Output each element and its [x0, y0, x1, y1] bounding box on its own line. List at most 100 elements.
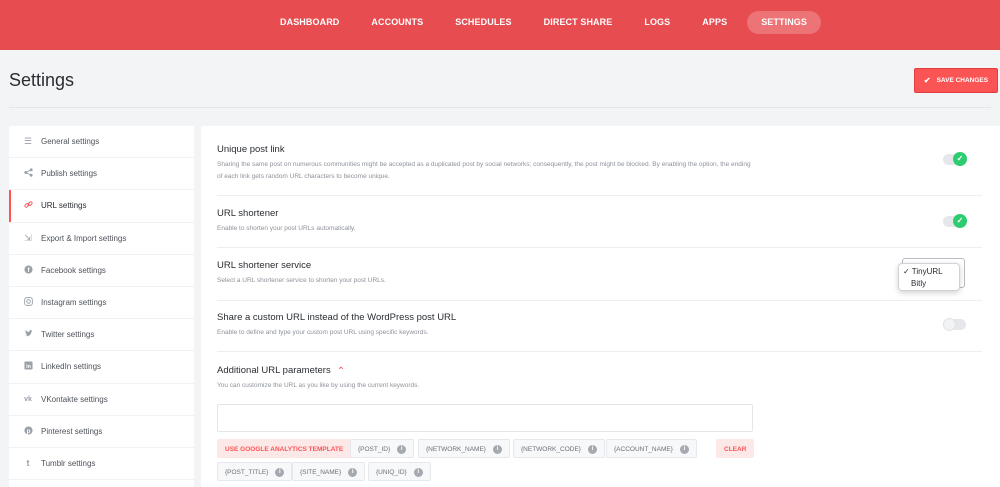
- check-icon: ✔: [923, 76, 931, 85]
- top-navbar: DASHBOARD ACCOUNTS SCHEDULES DIRECT SHAR…: [0, 0, 1000, 50]
- sidebar-item-publish[interactable]: Publish settings: [9, 158, 194, 191]
- sidebar-item-facebook[interactable]: f Facebook settings: [9, 255, 194, 287]
- nav-apps[interactable]: APPS: [690, 11, 739, 34]
- clear-button[interactable]: CLEAR: [716, 439, 755, 458]
- sidebar-item-label: Twitter settings: [41, 330, 95, 340]
- share-icon: [23, 168, 33, 179]
- setting-url-shortener: URL shortener Enable to shorten your pos…: [217, 208, 982, 248]
- svg-text:in: in: [26, 364, 31, 370]
- sliders-icon: ☰: [23, 136, 33, 147]
- sidebar-item-twitter[interactable]: Twitter settings: [9, 319, 194, 352]
- sidebar-item-pinterest[interactable]: p Pinterest settings: [9, 416, 194, 448]
- shortener-service-dropdown: ✓ TinyURL Bitly: [898, 263, 960, 291]
- keyword-label: {SITE_NAME}: [300, 469, 342, 476]
- sidebar-item-label: Pinterest settings: [41, 426, 103, 436]
- setting-title: Additional URL parameters ⌃: [217, 365, 982, 377]
- option-label: TinyURL: [911, 267, 943, 276]
- sidebar-item-label: LinkedIn settings: [41, 362, 102, 372]
- settings-sidebar: ☰ General settings Publish settings URL …: [9, 126, 194, 487]
- setting-additional-params: Additional URL parameters ⌃ You can custo…: [217, 365, 982, 395]
- setting-title: Unique post link: [217, 144, 285, 155]
- tumblr-icon: t: [26, 458, 30, 469]
- link-icon: [23, 200, 33, 211]
- keyword-chip-uniq-id[interactable]: {UNIQ_ID} i: [368, 462, 431, 481]
- save-changes-button[interactable]: ✔ SAVE CHANGES: [914, 68, 998, 93]
- custom-url-toggle[interactable]: [943, 318, 966, 331]
- sidebar-item-label: Instagram settings: [41, 298, 107, 308]
- facebook-icon: f: [23, 265, 33, 276]
- export-icon: ⇲: [24, 232, 32, 243]
- svg-text:p: p: [26, 428, 30, 435]
- header-divider: [9, 107, 991, 108]
- keyword-label: {POST_ID}: [358, 446, 391, 453]
- page-title: Settings: [9, 70, 75, 90]
- nav-settings[interactable]: SETTINGS: [747, 11, 821, 34]
- params-title-label: Additional URL parameters: [217, 365, 331, 376]
- sidebar-item-vkontakte[interactable]: vk VKontakte settings: [9, 384, 194, 416]
- info-icon: i: [679, 444, 689, 454]
- setting-title: URL shortener: [217, 208, 279, 219]
- sidebar-item-url[interactable]: URL settings: [9, 190, 194, 223]
- check-icon: ✓: [953, 152, 967, 166]
- setting-url-shortener-service: URL shortener service Select a URL short…: [217, 260, 982, 301]
- main-nav: DASHBOARD ACCOUNTS SCHEDULES DIRECT SHAR…: [268, 11, 829, 34]
- setting-title: URL shortener service: [217, 260, 312, 271]
- keyword-label: {NETWORK_CODE}: [521, 446, 581, 453]
- keyword-chip-network-name[interactable]: {NETWORK_NAME} i: [418, 439, 510, 458]
- keyword-label: {ACCOUNT_NAME}: [614, 446, 673, 453]
- sidebar-item-instagram[interactable]: Instagram settings: [9, 287, 194, 320]
- linkedin-icon: in: [23, 361, 33, 372]
- dropdown-option-tinyurl[interactable]: ✓ TinyURL: [903, 266, 955, 278]
- sidebar-item-export-import[interactable]: ⇲ Export & Import settings: [9, 223, 194, 255]
- info-icon: i: [348, 467, 358, 477]
- check-icon: ✓: [953, 214, 967, 228]
- keyword-chip-network-code[interactable]: {NETWORK_CODE} i: [513, 439, 605, 458]
- setting-description: Select a URL shortener service to shorte…: [217, 277, 386, 284]
- setting-description: Enable to shorten your post URLs automat…: [217, 225, 356, 232]
- keyword-chip-account-name[interactable]: {ACCOUNT_NAME} i: [606, 439, 697, 458]
- keyword-chip-post-title[interactable]: {POST_TITLE} i: [217, 462, 293, 481]
- keyword-chip-site-name[interactable]: {SITE_NAME} i: [292, 462, 366, 481]
- setting-description: Enable to define and type your custom po…: [217, 329, 429, 336]
- check-icon: ✓: [903, 267, 912, 276]
- instagram-icon: [23, 297, 33, 308]
- sidebar-item-label: URL settings: [41, 201, 87, 211]
- setting-title: Share a custom URL instead of the WordPr…: [217, 312, 457, 323]
- sidebar-item-label: Export & Import settings: [41, 233, 127, 243]
- sidebar-item-label: Tumblr settings: [41, 458, 96, 468]
- nav-dashboard[interactable]: DASHBOARD: [268, 11, 351, 34]
- sidebar-item-linkedin[interactable]: in LinkedIn settings: [9, 351, 194, 384]
- use-google-analytics-template-button[interactable]: USE GOOGLE ANALYTICS TEMPLATE: [217, 439, 352, 458]
- nav-direct-share[interactable]: DIRECT SHARE: [532, 11, 625, 34]
- chevron-up-icon[interactable]: ⌃: [337, 366, 345, 377]
- unique-link-toggle[interactable]: ✓: [943, 152, 967, 166]
- url-settings-panel: Unique post link Sharing the same post o…: [201, 126, 1000, 487]
- nav-logs[interactable]: LOGS: [632, 11, 682, 34]
- toggle-knob: [943, 318, 956, 331]
- info-icon: i: [587, 444, 597, 454]
- info-icon: i: [492, 444, 502, 454]
- keyword-label: {UNIQ_ID}: [376, 469, 407, 476]
- info-icon: i: [275, 467, 285, 477]
- keyword-label: {POST_TITLE}: [225, 469, 269, 476]
- option-label: Bitly: [911, 279, 927, 288]
- setting-description: You can customize the URL as you like by…: [217, 382, 420, 389]
- save-changes-label: SAVE CHANGES: [936, 77, 989, 84]
- sidebar-item-label: Publish settings: [41, 169, 98, 179]
- nav-schedules[interactable]: SCHEDULES: [443, 11, 523, 34]
- info-icon: i: [413, 467, 423, 477]
- vk-icon: vk: [24, 395, 32, 403]
- url-shortener-toggle[interactable]: ✓: [943, 214, 967, 228]
- sidebar-item-label: Facebook settings: [41, 265, 106, 275]
- setting-custom-url: Share a custom URL instead of the WordPr…: [217, 312, 982, 352]
- sidebar-item-tumblr[interactable]: t Tumblr settings: [9, 448, 194, 481]
- info-icon: i: [397, 444, 407, 454]
- keyword-chip-post-id[interactable]: {POST_ID} i: [350, 439, 415, 458]
- dropdown-option-bitly[interactable]: Bitly: [903, 278, 955, 290]
- url-params-input[interactable]: [217, 404, 753, 432]
- sidebar-item-label: VKontakte settings: [41, 394, 108, 404]
- sidebar-item-general[interactable]: ☰ General settings: [9, 126, 194, 159]
- setting-unique-post-link: Unique post link Sharing the same post o…: [217, 144, 982, 196]
- nav-accounts[interactable]: ACCOUNTS: [359, 11, 435, 34]
- sidebar-item-label: General settings: [41, 137, 100, 147]
